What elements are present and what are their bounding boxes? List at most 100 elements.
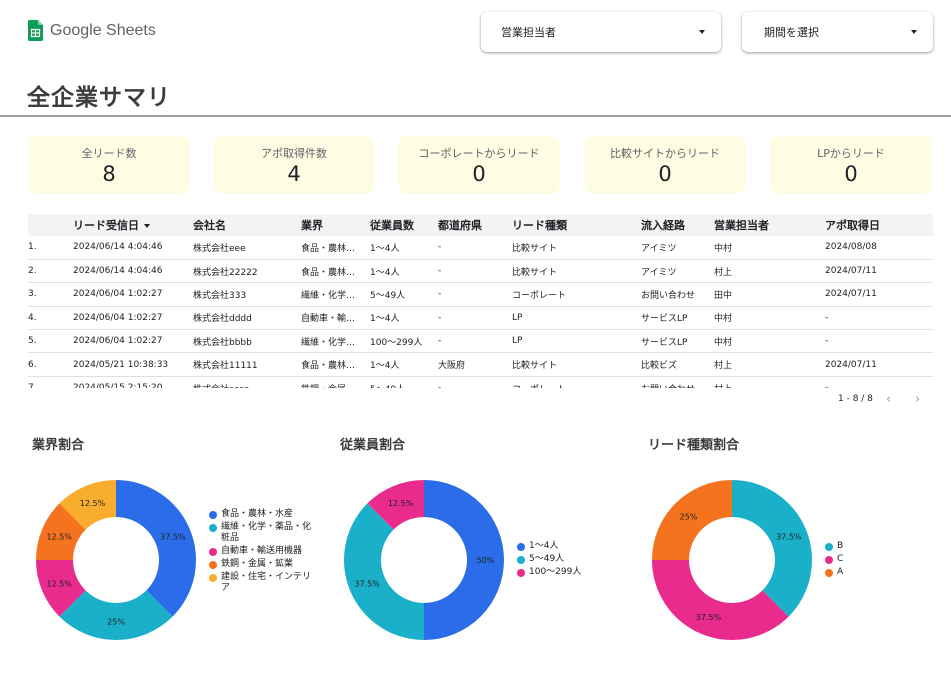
cell-employees: 1〜4人 — [370, 236, 438, 260]
column-header-employees[interactable]: 従業員数 — [370, 214, 438, 236]
cell-company: 株式会社bbbb — [193, 329, 301, 354]
cell-appointment-date: 2024/08/08 — [825, 236, 933, 260]
sales-rep-dropdown-label: 営業担当者 — [501, 26, 556, 39]
legend-item[interactable]: 食品・農林・水産 — [209, 509, 311, 520]
column-header-sales-rep[interactable]: 営業担当者 — [714, 214, 825, 236]
cell-appointment-date: - — [825, 329, 933, 354]
column-header-lead-type[interactable]: リード種類 — [512, 214, 641, 236]
legend-item[interactable]: 繊維・化学・薬品・化粧品 — [209, 522, 311, 544]
cell-employees: 5〜49人 — [370, 282, 438, 307]
cell-index: 6. — [28, 352, 73, 377]
next-page-icon[interactable]: › — [915, 392, 920, 407]
legend-label: B — [837, 541, 844, 551]
kpi-card-appointments: アポ取得件数 4 — [213, 136, 375, 194]
pie-slice-label: 50% — [477, 556, 495, 565]
kpi-label: 全リード数 — [81, 147, 137, 160]
cell-lead-type: コーポレート — [512, 282, 641, 307]
legend-item[interactable]: A — [825, 567, 927, 578]
legend-swatch — [209, 573, 217, 582]
column-header-company[interactable]: 会社名 — [193, 214, 301, 236]
cell-sales-rep: 田中 — [714, 282, 825, 307]
kpi-label: コーポレートからリード — [418, 147, 540, 160]
column-header-received-date[interactable]: リード受信日 — [73, 214, 193, 236]
pie-slice[interactable] — [732, 480, 812, 617]
pie-slice[interactable] — [116, 480, 196, 617]
cell-index: 2. — [28, 259, 73, 284]
legend-label: 5〜49人 — [529, 554, 565, 564]
cell-employees: 1〜4人 — [370, 259, 438, 284]
caret-down-icon — [699, 30, 705, 34]
legend-label: 1〜4人 — [529, 541, 559, 551]
cell-lead-type: 比較サイト — [512, 259, 641, 284]
table-row[interactable]: 7.2024/05/15 2:15:20株式会社cccc鉄鋼・金属…5〜49人-… — [28, 376, 933, 388]
legend-swatch — [209, 547, 217, 556]
legend-item[interactable]: 100〜299人 — [517, 567, 619, 578]
column-header-index — [28, 214, 73, 236]
sales-rep-dropdown[interactable]: 営業担当者 — [481, 12, 721, 52]
column-header-prefecture[interactable]: 都道府県 — [438, 214, 512, 236]
table-row[interactable]: 3. 2024/06/04 1:02:27 株式会社333 繊維・化学… 5〜49人 - コ… — [28, 282, 933, 307]
cell-lead-type: LP — [512, 306, 641, 331]
cell-index: 3. — [28, 282, 73, 307]
pie-slice-label: 37.5% — [776, 532, 802, 541]
cell-appointment-date: - — [825, 376, 933, 388]
cell-sales-rep: 村上 — [714, 352, 825, 377]
cell-received-date: 2024/05/15 2:15:20 — [73, 376, 193, 388]
legend-item[interactable]: B — [825, 541, 927, 552]
legend-item[interactable]: 5〜49人 — [517, 554, 619, 565]
legend-label: 100〜299人 — [529, 567, 582, 577]
pie-slice[interactable] — [652, 560, 789, 640]
table-row[interactable]: 5. 2024/06/04 1:02:27 株式会社bbbb 繊維・化学… 100〜29… — [28, 329, 933, 354]
cell-employees: 1〜4人 — [370, 306, 438, 331]
google-sheets-logo: Google Sheets — [28, 20, 156, 41]
table-row[interactable]: 1. 2024/06/14 4:04:46 株式会社eee 食品・農林… 1〜4人 - 比較… — [28, 236, 933, 260]
legend-item[interactable]: 自動車・輸送用機器 — [209, 546, 311, 557]
legend-item[interactable]: 1〜4人 — [517, 541, 619, 552]
cell-appointment-date: 2024/07/11 — [825, 259, 933, 284]
pie-slice[interactable] — [344, 503, 424, 640]
previous-page-icon[interactable]: ‹ — [886, 392, 891, 407]
pie-slice-label: 37.5% — [160, 532, 186, 541]
cell-channel: サービスLP — [641, 329, 714, 354]
industry-donut-chart: 37.5% 25% 12.5% 12.5% 12.5% — [36, 480, 196, 640]
legend-item[interactable]: C — [825, 554, 927, 565]
cell-employees: 1〜4人 — [370, 352, 438, 377]
kpi-value: 4 — [287, 162, 301, 186]
kpi-value: 0 — [658, 162, 672, 186]
cell-industry: 繊維・化学… — [301, 329, 370, 354]
leads-table-container[interactable]: リード受信日 会社名 業界 従業員数 都道府県 リード種類 流入経路 営業担当者… — [28, 214, 933, 388]
cell-received-date: 2024/05/21 10:38:33 — [73, 352, 193, 377]
cell-index: 7. — [28, 376, 73, 388]
cell-channel: サービスLP — [641, 306, 714, 331]
pie-slice-label: 25% — [107, 618, 125, 627]
cell-company: 株式会社333 — [193, 282, 301, 307]
legend-swatch — [825, 568, 833, 577]
period-dropdown[interactable]: 期間を選択 — [742, 12, 933, 52]
kpi-label: LPからリード — [817, 147, 885, 160]
legend-item[interactable]: 建設・住宅・インテリア — [209, 572, 311, 594]
cell-channel: お問い合わせ — [641, 282, 714, 307]
cell-prefecture: - — [438, 329, 512, 354]
table-row[interactable]: 4. 2024/06/04 1:02:27 株式会社dddd 自動車・輸… 1〜4人 - L… — [28, 306, 933, 331]
page-title: 全企業サマリ — [27, 85, 171, 111]
cell-industry: 鉄鋼・金属… — [301, 376, 370, 388]
cell-prefecture: 大阪府 — [438, 352, 512, 377]
kpi-card-lp-leads: LPからリード 0 — [770, 136, 932, 194]
legend-swatch — [209, 523, 217, 532]
column-header-industry[interactable]: 業界 — [301, 214, 370, 236]
legend-item[interactable]: 鉄鋼・金属・鉱業 — [209, 559, 311, 570]
legend-label: 鉄鋼・金属・鉱業 — [221, 559, 294, 569]
pie-slice-label: 25% — [680, 513, 698, 522]
period-dropdown-label: 期間を選択 — [764, 26, 819, 39]
table-row[interactable]: 6. 2024/05/21 10:38:33 株式会社11111 食品・農林… 1〜4人… — [28, 352, 933, 377]
table-header-row: リード受信日 会社名 業界 従業員数 都道府県 リード種類 流入経路 営業担当者… — [28, 214, 933, 236]
cell-company: 株式会社cccc — [193, 376, 301, 388]
cell-sales-rep: 中村 — [714, 329, 825, 354]
legend-swatch — [517, 555, 525, 564]
industry-legend: 食品・農林・水産繊維・化学・薬品・化粧品自動車・輸送用機器 鉄鋼・金属・鉱業建設・… — [209, 509, 311, 596]
column-header-appointment-date[interactable]: アポ取得日 — [825, 214, 933, 236]
cell-channel: お問い合わせ — [641, 376, 714, 388]
column-header-channel[interactable]: 流入経路 — [641, 214, 714, 236]
table-row[interactable]: 2. 2024/06/14 4:04:46 株式会社22222 食品・農林… 1〜4人 -… — [28, 259, 933, 284]
legend-label: 建設・住宅・インテリア — [221, 572, 312, 593]
